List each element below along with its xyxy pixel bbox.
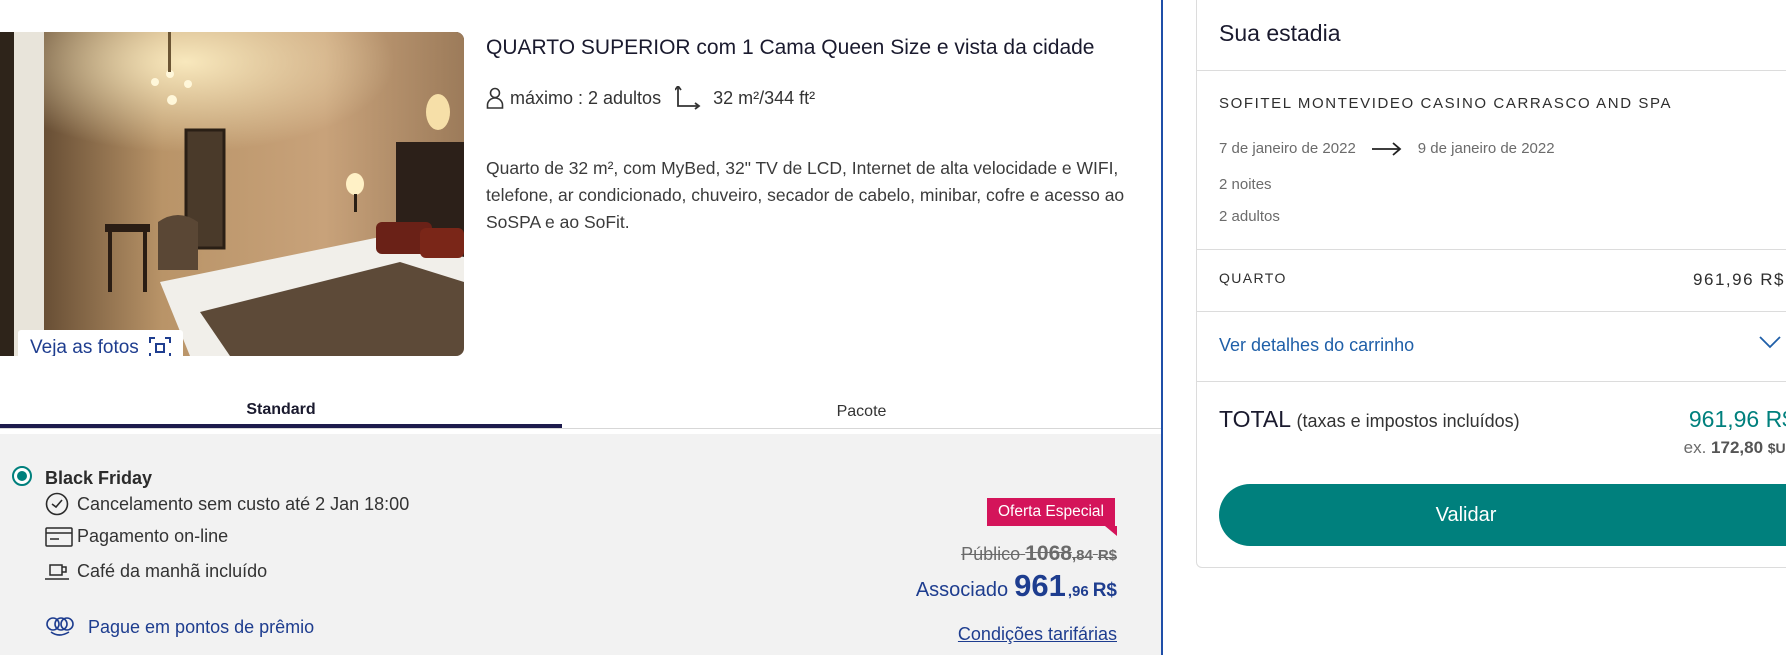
usd-equivalent: ex. 172,80 $US [1684,438,1786,458]
public-price: Público 1068,84 R$ [961,542,1117,566]
room-size-icon [675,86,701,110]
stay-dates: 7 de janeiro de 2022 9 de janeiro de 202… [1219,140,1555,157]
coffee-cup-icon [45,562,77,582]
member-price-integer: 961 [1014,568,1066,603]
condition-text: Cancelamento sem custo até 2 Jan 18:00 [77,493,410,514]
summary-title: Sua estadia [1219,20,1341,46]
room-line-price: 961,96 R$ [1693,270,1785,289]
checkin-date: 7 de janeiro de 2022 [1219,140,1356,157]
room-size: 32 m²/344 ft² [713,87,816,108]
room-line-label: QUARTO [1219,270,1287,286]
member-price-label: Associado [915,579,1009,601]
gallery-icon [148,337,171,356]
public-price-label: Público [961,544,1021,564]
stay-summary: Sua estadia SOFITEL MONTEVIDEO CASINO CA… [1196,0,1786,568]
public-price-integer: 1068 [1025,542,1072,565]
condition-text: Pagamento on-line [77,526,229,546]
arrow-right-icon [1371,141,1402,156]
total-label: TOTAL (taxas e impostos incluídos) [1219,406,1520,433]
total-tax-note: (taxas e impostos incluídos) [1296,411,1520,431]
special-offer-badge-tail [1105,526,1117,536]
pay-with-points-link[interactable]: Pague em pontos de prêmio [45,616,314,638]
page: Veja as fotos QUARTO SUPERIOR com 1 Cama… [0,0,1786,655]
public-price-decimal: ,84 [1071,547,1093,564]
divider [1197,249,1786,250]
member-price-currency: R$ [1092,580,1117,601]
rate-conditions-link[interactable]: Condições tarifárias [958,624,1117,645]
pay-with-points-label: Pague em pontos de prêmio [88,616,315,637]
clock-icon [45,492,77,516]
checkout-date: 9 de janeiro de 2022 [1417,140,1555,157]
tab-pacote[interactable]: Pacote [562,397,1161,428]
hotel-name: SOFITEL MONTEVIDEO CASINO CARRASCO AND S… [1219,95,1673,112]
validate-button[interactable]: Validar [1219,484,1786,546]
cart-details-link[interactable]: Ver detalhes do carrinho [1219,335,1414,356]
member-price-decimal: ,96 [1067,583,1089,600]
room-description: Quarto de 32 m², com MyBed, 32" TV de LC… [486,158,1125,232]
room-photo-image [0,32,464,356]
usd-prefix: ex. [1683,438,1707,457]
condition-text: Café da manhã incluído [77,561,268,581]
condition-breakfast: Café da manhã incluído [45,561,267,582]
rate-tabs: Standard Pacote [0,397,1161,429]
person-icon [486,87,504,109]
nights-count: 2 noites [1219,176,1272,193]
tab-standard[interactable]: Standard [0,397,562,428]
condition-payment: Pagamento on-line [45,526,228,547]
room-title: QUARTO SUPERIOR com 1 Cama Queen Size e … [486,36,1095,59]
divider [1197,70,1786,71]
rate-name: Black Friday [45,468,153,488]
chevron-down-icon[interactable] [1759,335,1781,354]
usd-currency: $US [1767,440,1786,456]
room-meta: máximo : 2 adultos 32 m²/344 ft² [486,86,815,110]
divider [1197,381,1786,382]
total-title: TOTAL [1219,406,1291,432]
credit-card-icon [45,526,77,547]
room-occupancy: máximo : 2 adultos [510,87,662,108]
public-price-currency: R$ [1097,547,1117,564]
adults-count: 2 adultos [1219,208,1280,225]
view-photos-label: Veja as fotos [30,337,139,356]
special-offer-badge: Oferta Especial [987,498,1115,526]
view-photos-button[interactable]: Veja as fotos [18,330,183,356]
condition-cancellation: Cancelamento sem custo até 2 Jan 18:00 [45,492,409,516]
usd-amount: 172,80 [1711,438,1764,457]
member-price: Associado 961 ,96 R$ [916,568,1117,604]
room-card: Veja as fotos QUARTO SUPERIOR com 1 Cama… [0,0,1163,655]
divider [1197,311,1786,312]
rate-radio[interactable] [12,466,32,486]
rate-option: Black Friday Cancelamento sem custo até … [0,434,1161,655]
room-photo[interactable]: Veja as fotos [0,32,464,356]
reward-points-icon [45,616,88,638]
total-price: 961,96 R$ [1688,406,1786,432]
